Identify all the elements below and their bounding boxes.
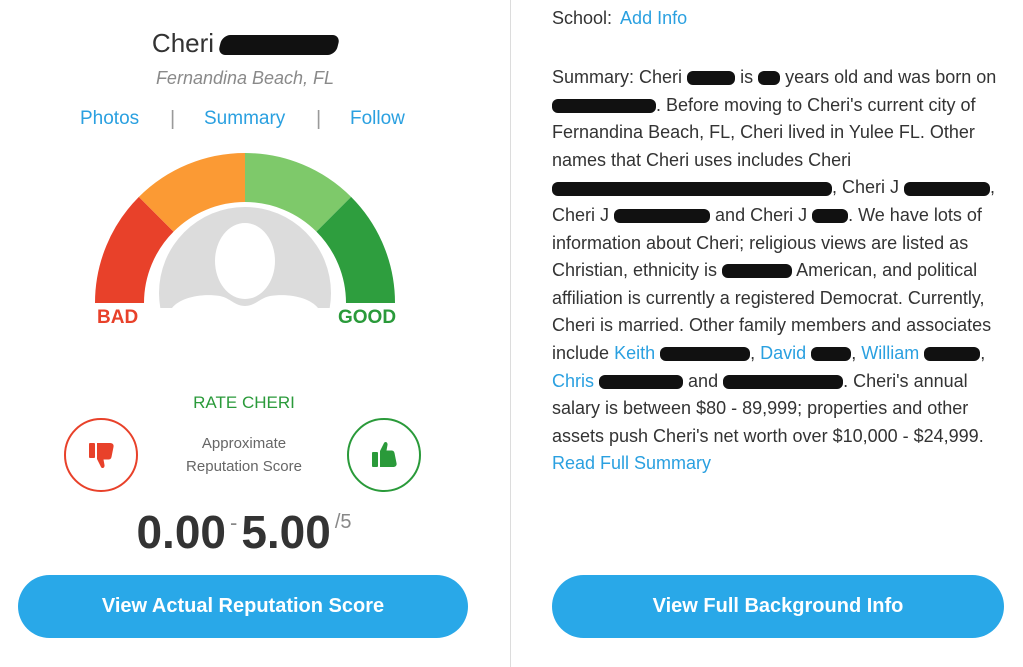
- reputation-score: 0.00 -5.00/5: [0, 505, 488, 559]
- score-dash: -: [229, 510, 238, 535]
- view-reputation-button[interactable]: View Actual Reputation Score: [18, 575, 468, 638]
- summary-segment: , Cheri J: [832, 177, 900, 198]
- follow-link[interactable]: Follow: [350, 108, 405, 130]
- avatar-head: [215, 223, 275, 299]
- thumbs-down-icon: [89, 443, 114, 469]
- redaction-mark: [660, 347, 751, 362]
- score-out-of: /5: [334, 511, 352, 533]
- summary-segment: ,: [750, 342, 756, 363]
- add-school-link[interactable]: Add Info: [620, 8, 687, 28]
- relative-link-keith[interactable]: Keith: [614, 343, 655, 363]
- profile-links: Photos | Summary | Follow: [0, 108, 490, 132]
- photos-link[interactable]: Photos: [80, 108, 139, 130]
- redaction-mark: [599, 374, 684, 389]
- link-separator: |: [170, 108, 176, 130]
- summary-segment: and: [688, 370, 719, 391]
- profile-panel: Cheri Fernandina Beach, FL Photos | Summ…: [0, 0, 510, 667]
- summary-segment: and Cheri J: [715, 204, 808, 225]
- redaction-mark: [723, 374, 844, 389]
- summary-text: Summary: Cheri is years old and was born…: [552, 64, 1002, 478]
- summary-segment: years old and was born on: [785, 67, 997, 87]
- profile-location: Fernandina Beach, FL: [155, 68, 335, 88]
- summary-segment: ,: [851, 342, 857, 363]
- view-background-button[interactable]: View Full Background Info: [552, 575, 1004, 638]
- score-high: 5.00: [241, 506, 331, 558]
- rate-title: RATE CHERI: [193, 393, 295, 412]
- redaction-mark: [614, 209, 711, 224]
- redaction-mark: [687, 71, 736, 86]
- thumbs-up-button[interactable]: [347, 418, 421, 492]
- summary-link[interactable]: Summary: [204, 108, 285, 130]
- gauge-label-good: GOOD: [338, 307, 397, 328]
- panel-divider: [510, 0, 511, 667]
- score-low: 0.00: [136, 506, 226, 558]
- reputation-gauge: [94, 152, 396, 308]
- summary-label: Summary:: [552, 67, 635, 87]
- relative-link-chris[interactable]: Chris: [552, 371, 594, 391]
- profile-name: Cheri: [0, 28, 490, 59]
- redaction-mark: [811, 347, 852, 362]
- redaction-mark: [552, 98, 656, 113]
- redaction-mark: [217, 35, 341, 56]
- relative-link-david[interactable]: David: [760, 343, 806, 363]
- summary-segment: ,: [980, 342, 986, 363]
- redaction-mark: [924, 347, 981, 362]
- redaction-mark: [552, 181, 832, 196]
- school-label: School:: [552, 8, 613, 28]
- gauge-label-bad: BAD: [97, 307, 139, 328]
- redaction-mark: [722, 264, 793, 279]
- redaction-mark: [812, 209, 849, 224]
- summary-segment: Cheri: [639, 67, 683, 87]
- thumbs-up-icon: [372, 441, 397, 467]
- profile-first-name: Cheri: [151, 28, 215, 58]
- link-separator: |: [316, 108, 322, 130]
- thumbs-down-button[interactable]: [64, 418, 138, 492]
- redaction-mark: [904, 181, 991, 196]
- redaction-mark: [758, 71, 781, 86]
- summary-segment: is: [740, 67, 754, 87]
- read-full-summary-link[interactable]: Read Full Summary: [552, 453, 711, 473]
- school-row: School: Add Info: [552, 8, 687, 29]
- relative-link-william[interactable]: William: [861, 343, 919, 363]
